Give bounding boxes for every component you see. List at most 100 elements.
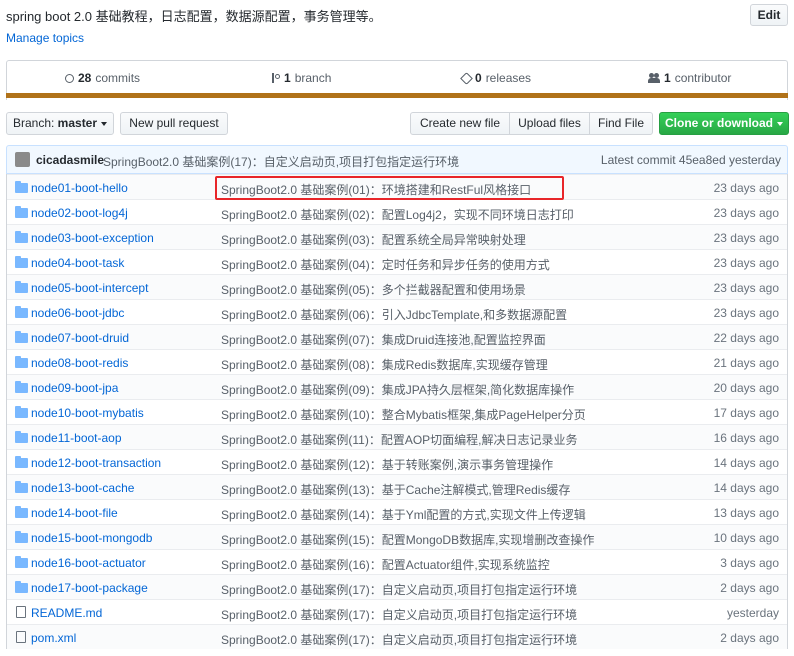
folder-icon bbox=[15, 381, 28, 393]
branch-prefix: Branch: bbox=[12, 116, 55, 130]
folder-icon bbox=[15, 206, 28, 218]
file-row[interactable]: node11-boot-aop SpringBoot2.0 基础案例(11)：配置… bbox=[7, 424, 787, 449]
file-age: 20 days ago bbox=[713, 381, 779, 395]
file-commit-message-link[interactable]: SpringBoot2.0 基础案例(17)：自定义启动页,项目打包指定运行环境 bbox=[221, 631, 577, 648]
file-row[interactable]: node03-boot-exception SpringBoot2.0 基础案例(… bbox=[7, 224, 787, 249]
file-commit-message-link[interactable]: SpringBoot2.0 基础案例(04)：定时任务和异步任务的使用方式 bbox=[221, 256, 550, 273]
commit-author[interactable]: cicadasmile bbox=[36, 153, 104, 167]
annotation-highlight-box bbox=[215, 176, 564, 200]
file-name-link[interactable]: node02-boot-log4j bbox=[31, 206, 128, 220]
folder-icon bbox=[15, 231, 28, 243]
branches-link[interactable]: 1 branch bbox=[270, 71, 331, 85]
file-commit-message-link[interactable]: SpringBoot2.0 基础案例(06)：引入JdbcTemplate,和多… bbox=[221, 306, 567, 323]
file-commit-message-link[interactable]: SpringBoot2.0 基础案例(14)：基于Yml配置的方式,实现文件上传… bbox=[221, 506, 586, 523]
file-age: 23 days ago bbox=[713, 181, 779, 195]
file-commit-message-link[interactable]: SpringBoot2.0 基础案例(16)：配置Actuator组件,实现系统… bbox=[221, 556, 550, 573]
file-name-link[interactable]: node12-boot-transaction bbox=[31, 456, 161, 470]
avatar[interactable] bbox=[15, 152, 30, 167]
file-commit-message-link[interactable]: SpringBoot2.0 基础案例(12)：基于转账案例,演示事务管理操作 bbox=[221, 456, 553, 473]
folder-icon bbox=[15, 531, 28, 543]
file-age: 14 days ago bbox=[713, 481, 779, 495]
file-row[interactable]: node16-boot-actuator SpringBoot2.0 基础案例(1… bbox=[7, 549, 787, 574]
folder-icon bbox=[15, 456, 28, 468]
new-pull-request-button[interactable]: New pull request bbox=[120, 112, 228, 135]
file-age: 23 days ago bbox=[713, 206, 779, 220]
find-file-button[interactable]: Find File bbox=[589, 112, 653, 135]
file-row[interactable]: node07-boot-druid SpringBoot2.0 基础案例(07)：… bbox=[7, 324, 787, 349]
create-new-file-button[interactable]: Create new file bbox=[410, 112, 510, 135]
file-row[interactable]: node15-boot-mongodb SpringBoot2.0 基础案例(15… bbox=[7, 524, 787, 549]
branch-select-button[interactable]: Branch: master bbox=[6, 112, 114, 135]
language-bar[interactable] bbox=[6, 93, 788, 98]
file-name-link[interactable]: node08-boot-redis bbox=[31, 356, 128, 370]
file-icon bbox=[16, 631, 26, 643]
file-age: 10 days ago bbox=[713, 531, 779, 545]
file-commit-message-link[interactable]: SpringBoot2.0 基础案例(05)：多个拦截器配置和使用场景 bbox=[221, 281, 526, 298]
releases-label: releases bbox=[485, 71, 532, 85]
file-row[interactable]: README.md SpringBoot2.0 基础案例(17)：自定义启动页,项… bbox=[7, 599, 787, 624]
file-commit-message-link[interactable]: SpringBoot2.0 基础案例(13)：基于Cache注解模式,管理Red… bbox=[221, 481, 570, 498]
file-commit-message-link[interactable]: SpringBoot2.0 基础案例(11)：配置AOP切面编程,解决日志记录业… bbox=[221, 431, 578, 448]
releases-link[interactable]: 0 releases bbox=[460, 71, 532, 85]
file-age: 3 days ago bbox=[720, 556, 779, 570]
branch-label: branch bbox=[294, 71, 332, 85]
file-name-link[interactable]: node11-boot-aop bbox=[31, 431, 122, 445]
manage-topics-link[interactable]: Manage topics bbox=[6, 31, 84, 45]
upload-files-button[interactable]: Upload files bbox=[509, 112, 590, 135]
file-name-link[interactable]: node15-boot-mongodb bbox=[31, 531, 152, 545]
file-commit-message-link[interactable]: SpringBoot2.0 基础案例(15)：配置MongoDB数据库,实现增删… bbox=[221, 531, 594, 548]
file-commit-message-link[interactable]: SpringBoot2.0 基础案例(17)：自定义启动页,项目打包指定运行环境 bbox=[221, 581, 577, 598]
file-row[interactable]: node08-boot-redis SpringBoot2.0 基础案例(08)：… bbox=[7, 349, 787, 374]
file-name-link[interactable]: node03-boot-exception bbox=[31, 231, 154, 245]
file-commit-message-link[interactable]: SpringBoot2.0 基础案例(02)：配置Log4j2，实现不同环境日志… bbox=[221, 206, 574, 223]
file-row[interactable]: node04-boot-task SpringBoot2.0 基础案例(04)：定… bbox=[7, 249, 787, 274]
file-name-link[interactable]: pom.xml bbox=[31, 631, 76, 645]
file-row[interactable]: node02-boot-log4j SpringBoot2.0 基础案例(02)：… bbox=[7, 199, 787, 224]
contributor-label: contributor bbox=[674, 71, 732, 85]
file-name-link[interactable]: node06-boot-jdbc bbox=[31, 306, 124, 320]
file-age: 14 days ago bbox=[713, 456, 779, 470]
commit-message[interactable]: SpringBoot2.0 基础案例(17)：自定义启动页,项目打包指定运行环境 bbox=[103, 153, 459, 170]
file-name-link[interactable]: node01-boot-hello bbox=[31, 181, 128, 195]
file-name-link[interactable]: README.md bbox=[31, 606, 102, 620]
file-row[interactable]: node12-boot-transaction SpringBoot2.0 基础案… bbox=[7, 449, 787, 474]
file-row[interactable]: node05-boot-intercept SpringBoot2.0 基础案例(… bbox=[7, 274, 787, 299]
file-age: 23 days ago bbox=[713, 231, 779, 245]
file-row[interactable]: node10-boot-mybatis SpringBoot2.0 基础案例(10… bbox=[7, 399, 787, 424]
file-row[interactable]: node17-boot-package SpringBoot2.0 基础案例(17… bbox=[7, 574, 787, 599]
file-commit-message-link[interactable]: SpringBoot2.0 基础案例(09)：集成JPA持久层框架,简化数据库操… bbox=[221, 381, 574, 398]
file-name-link[interactable]: node17-boot-package bbox=[31, 581, 148, 595]
file-row[interactable]: node13-boot-cache SpringBoot2.0 基础案例(13)：… bbox=[7, 474, 787, 499]
file-commit-message-link[interactable]: SpringBoot2.0 基础案例(17)：自定义启动页,项目打包指定运行环境 bbox=[221, 606, 577, 623]
file-icon bbox=[16, 606, 26, 618]
file-commit-message-link[interactable]: SpringBoot2.0 基础案例(10)：整合Mybatis框架,集成Pag… bbox=[221, 406, 586, 423]
file-name-link[interactable]: node14-boot-file bbox=[31, 506, 118, 520]
file-commit-message-link[interactable]: SpringBoot2.0 基础案例(03)：配置系统全局异常映射处理 bbox=[221, 231, 526, 248]
branch-count: 1 bbox=[284, 71, 291, 85]
repo-description-row: spring boot 2.0 基础教程，日志配置，数据源配置，事务管理等。 E… bbox=[6, 4, 788, 28]
file-name-link[interactable]: node04-boot-task bbox=[31, 256, 124, 270]
file-row[interactable]: node09-boot-jpa SpringBoot2.0 基础案例(09)：集成… bbox=[7, 374, 787, 399]
folder-icon bbox=[15, 556, 28, 568]
file-name-link[interactable]: node09-boot-jpa bbox=[31, 381, 118, 395]
file-name-link[interactable]: node07-boot-druid bbox=[31, 331, 129, 345]
file-name-link[interactable]: node10-boot-mybatis bbox=[31, 406, 144, 420]
file-age: 23 days ago bbox=[713, 256, 779, 270]
file-list: node01-boot-hello SpringBoot2.0 基础案例(01)：… bbox=[6, 174, 788, 649]
file-name-link[interactable]: node13-boot-cache bbox=[31, 481, 134, 495]
file-name-link[interactable]: node05-boot-intercept bbox=[31, 281, 148, 295]
latest-commit-bar: cicadasmile SpringBoot2.0 基础案例(17)：自定义启动… bbox=[6, 145, 788, 174]
folder-icon bbox=[15, 256, 28, 268]
edit-description-button[interactable]: Edit bbox=[750, 4, 788, 26]
latest-commit-info[interactable]: Latest commit 45ea8ed yesterday bbox=[601, 153, 781, 167]
file-row[interactable]: node06-boot-jdbc SpringBoot2.0 基础案例(06)：引… bbox=[7, 299, 787, 324]
file-row[interactable]: pom.xml SpringBoot2.0 基础案例(17)：自定义启动页,项目打… bbox=[7, 624, 787, 649]
contributors-link[interactable]: 1 contributor bbox=[648, 71, 731, 85]
tag-icon bbox=[460, 71, 473, 85]
file-commit-message-link[interactable]: SpringBoot2.0 基础案例(08)：集成Redis数据库,实现缓存管理 bbox=[221, 356, 548, 373]
file-name-link[interactable]: node16-boot-actuator bbox=[31, 556, 146, 570]
clone-or-download-button[interactable]: Clone or download bbox=[659, 112, 789, 135]
commits-link[interactable]: 28 commits bbox=[65, 71, 140, 85]
file-row[interactable]: node14-boot-file SpringBoot2.0 基础案例(14)：基… bbox=[7, 499, 787, 524]
file-commit-message-link[interactable]: SpringBoot2.0 基础案例(07)：集成Druid连接池,配置监控界面 bbox=[221, 331, 546, 348]
